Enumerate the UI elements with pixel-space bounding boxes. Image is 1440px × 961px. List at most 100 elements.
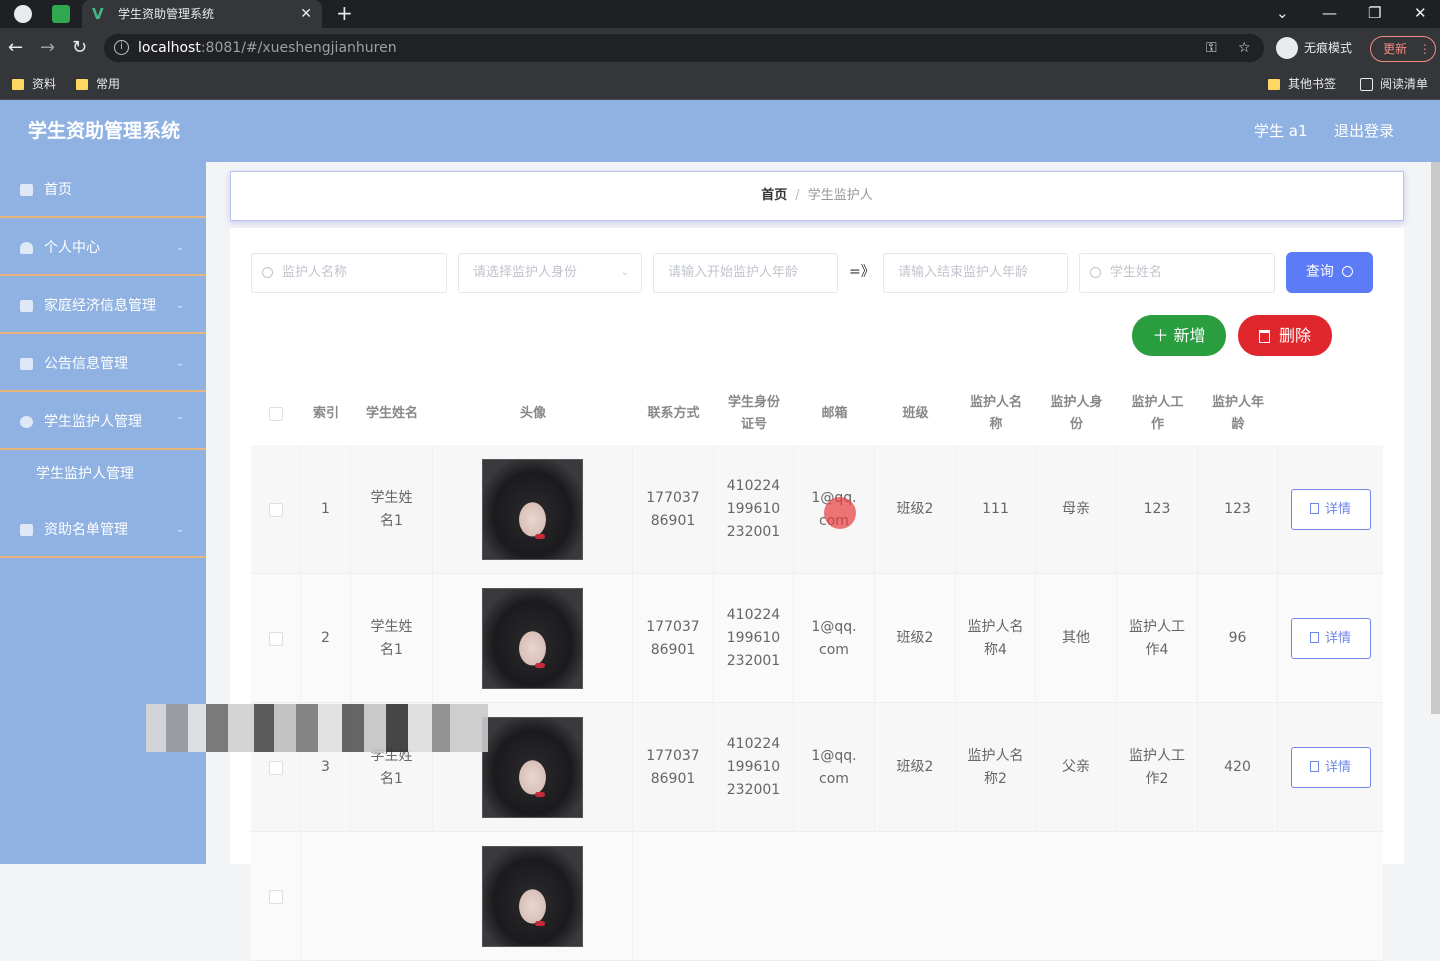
restore-icon[interactable]: ❐ [1368, 2, 1381, 24]
end-age-placeholder: 请输入结束监护人年龄 [898, 265, 1029, 280]
row-checkbox[interactable] [268, 631, 283, 646]
other-bookmarks[interactable]: 其他书签 [1268, 74, 1336, 94]
bookmark-folder[interactable]: 常用 [76, 74, 120, 94]
chevron-down-icon: ⌄ [175, 300, 184, 311]
cell-guardian-job: 123 [1117, 445, 1198, 574]
reload-icon[interactable]: ↻ [72, 37, 87, 59]
cursor-highlight [824, 497, 856, 529]
search-icon [1090, 267, 1101, 278]
delete-button[interactable]: 删除 [1238, 315, 1332, 356]
table-row: 2 学生姓名1 17703786901 410224199610232001 1@qq.… [251, 574, 1383, 703]
sidebar-item-label: 家庭经济信息管理 [44, 298, 156, 314]
new-tab-icon[interactable]: + [336, 2, 353, 24]
folder-icon [12, 79, 24, 90]
avatar-cell [433, 574, 633, 703]
tab-search-icon[interactable]: ⌄ [1276, 2, 1289, 24]
bookmark-folder[interactable]: 资料 [12, 74, 56, 94]
sidebar-item-home[interactable]: 首页 [0, 162, 206, 218]
document-icon [1309, 632, 1319, 643]
detail-button[interactable]: 详情 [1290, 618, 1371, 659]
blurred-watermark [146, 704, 488, 752]
key-icon[interactable]: ⚿ [1206, 36, 1217, 60]
detail-label: 详情 [1324, 631, 1351, 646]
pinned-tab-icon[interactable] [52, 5, 70, 23]
avatar-detail [535, 534, 545, 539]
forward-icon[interactable]: → [40, 37, 55, 59]
cell-contact: 17703786901 [633, 574, 714, 703]
app-header: 学生资助管理系统 学生 a1 退出登录 [0, 100, 1440, 162]
star-icon[interactable]: ☆ [1238, 36, 1251, 60]
header-index: 索引 [312, 406, 339, 421]
avatar-detail [535, 921, 545, 926]
minimize-icon[interactable]: — [1322, 2, 1337, 24]
guardian-name-input[interactable]: 监护人名称 [251, 253, 447, 293]
incognito-indicator[interactable]: 无痕模式 [1276, 36, 1352, 60]
browser-tab[interactable]: V 学生资助管理系统 ✕ [82, 0, 322, 28]
sidebar-item-label: 个人中心 [44, 240, 100, 256]
avatar[interactable] [482, 459, 583, 560]
breadcrumb-current: 学生监护人 [807, 188, 873, 203]
header-guardian-age: 监护人年龄 [1211, 395, 1264, 432]
tab-close-icon[interactable]: ✕ [300, 0, 312, 28]
url-field[interactable]: i localhost:8081/#/xueshengjianhuren [104, 34, 1264, 62]
home-icon [20, 184, 33, 196]
reading-list[interactable]: 阅读清单 [1360, 74, 1428, 94]
guardian-identity-select[interactable]: 请选择监护人身份 ⌄ [458, 253, 642, 293]
cell-contact: 17703786901 [633, 445, 714, 574]
row-select-cell [251, 832, 301, 961]
query-button[interactable]: 查询 [1286, 252, 1373, 293]
select-all-checkbox[interactable] [269, 407, 283, 421]
cell-guardian-job: 监护人工作4 [1117, 574, 1198, 703]
breadcrumb-separator: / [795, 188, 800, 203]
clock-icon [20, 416, 33, 428]
cell-index: 1 [301, 445, 351, 574]
row-checkbox[interactable] [268, 889, 283, 904]
cell-student-name: 学生姓名1 [351, 574, 433, 703]
update-button[interactable]: 更新 ⋮ [1370, 36, 1436, 62]
detail-button[interactable]: 详情 [1290, 489, 1371, 530]
search-icon [1342, 266, 1354, 277]
start-age-input[interactable]: 请输入开始监护人年龄 [653, 253, 838, 293]
chevron-down-icon: ⌄ [620, 267, 629, 278]
cell-guardian-name: 监护人名称4 [956, 574, 1036, 703]
search-icon [262, 267, 273, 278]
row-checkbox[interactable] [268, 502, 283, 517]
query-label: 查询 [1305, 264, 1334, 280]
cell-class: 班级2 [875, 703, 956, 832]
cell-guardian-name: 监护人名称2 [956, 703, 1036, 832]
sidebar-item-guardians[interactable]: 学生监护人管理 ⌃ [0, 394, 206, 450]
avatar[interactable] [482, 846, 583, 947]
sidebar-item-aid-list[interactable]: 资助名单管理 ⌄ [0, 502, 206, 558]
action-cell: 详情 [1278, 445, 1383, 574]
header-student-name: 学生姓名 [365, 406, 418, 421]
sidebar-item-family-economy[interactable]: 家庭经济信息管理 ⌄ [0, 278, 206, 334]
detail-button[interactable]: 详情 [1290, 747, 1371, 788]
sidebar-subitem-guardians[interactable]: 学生监护人管理 [0, 448, 206, 500]
action-cell: 详情 [1278, 574, 1383, 703]
avatar[interactable] [482, 588, 583, 689]
avatar-detail [535, 792, 545, 797]
cell-index: 2 [301, 574, 351, 703]
header-class: 班级 [902, 406, 929, 421]
sidebar-item-announcements[interactable]: 公告信息管理 ⌄ [0, 336, 206, 392]
header-avatar: 头像 [519, 406, 546, 421]
end-age-input[interactable]: 请输入结束监护人年龄 [883, 253, 1068, 293]
sidebar: 首页 个人中心 ⌄ 家庭经济信息管理 ⌄ 公告信息管理 ⌄ 学生监护人管理 ⌃ … [0, 162, 206, 864]
start-age-placeholder: 请输入开始监护人年龄 [668, 265, 799, 280]
document-icon [20, 300, 33, 312]
student-name-input[interactable]: 学生姓名 [1079, 253, 1275, 293]
bookmarks-bar: 资料 常用 其他书签 阅读清单 [0, 68, 1440, 100]
menu-dots-icon: ⋮ [1418, 42, 1431, 56]
back-icon[interactable]: ← [8, 37, 23, 59]
sidebar-item-profile[interactable]: 个人中心 ⌄ [0, 220, 206, 276]
action-cell: 详情 [1278, 703, 1383, 832]
logout-link[interactable]: 退出登录 [1334, 120, 1394, 142]
add-button[interactable]: ＋ 新增 [1132, 315, 1226, 356]
site-info-icon[interactable]: i [114, 40, 129, 55]
close-window-icon[interactable]: ✕ [1414, 2, 1427, 24]
page-scrollbar[interactable] [1431, 162, 1440, 714]
row-checkbox[interactable] [268, 760, 283, 775]
breadcrumb-home[interactable]: 首页 [761, 188, 787, 203]
avatar[interactable] [482, 717, 583, 818]
header-guardian-name: 监护人名称 [969, 395, 1022, 432]
